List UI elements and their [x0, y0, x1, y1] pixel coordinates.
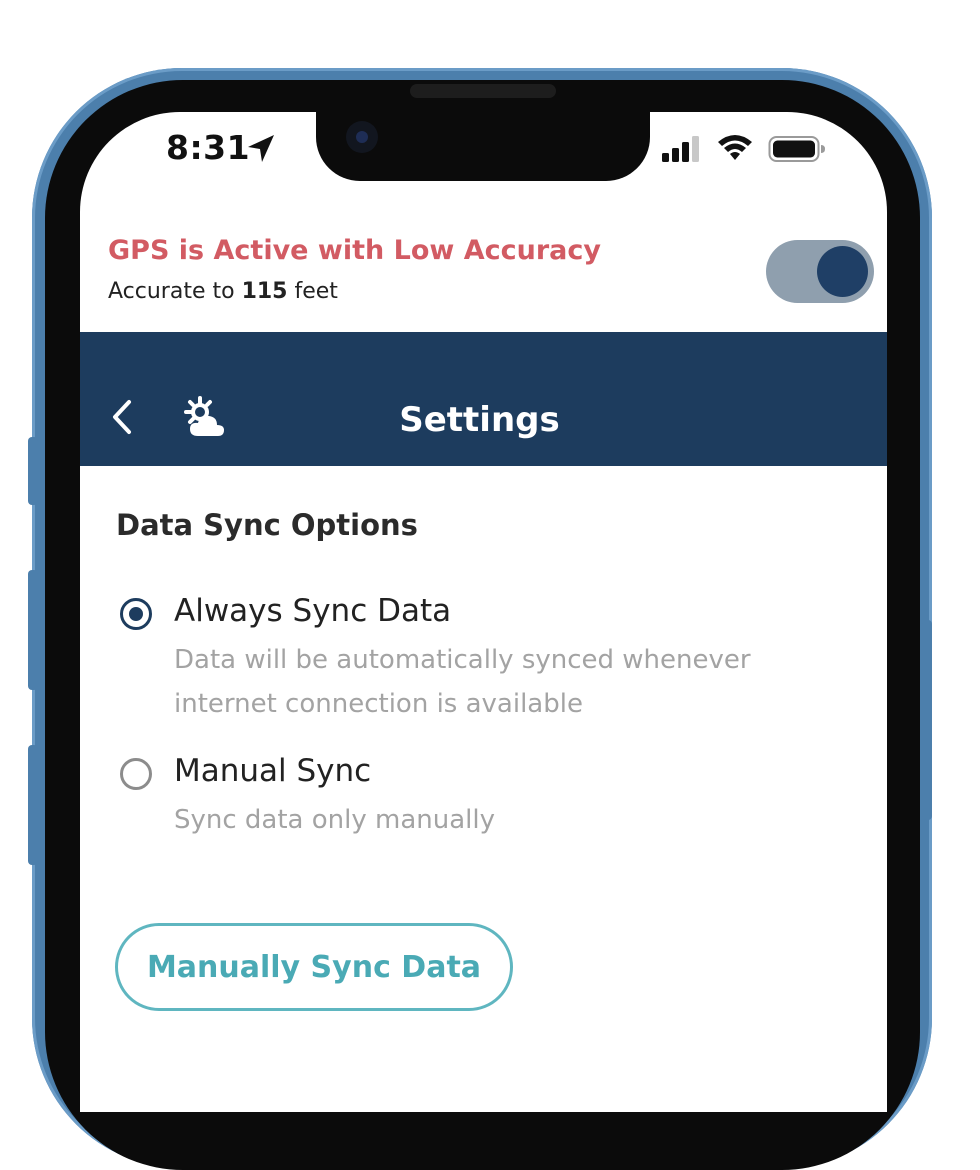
manually-sync-data-button[interactable]: Manually Sync Data — [115, 923, 513, 1011]
gps-status-title: GPS is Active with Low Accuracy — [108, 235, 601, 266]
gps-accuracy-prefix: Accurate to — [108, 279, 242, 304]
page-title: Settings — [399, 400, 560, 440]
gps-toggle-knob — [817, 246, 868, 297]
option-description: Sync data only manually — [174, 805, 496, 835]
wifi-icon — [718, 135, 752, 160]
option-label: Manual Sync — [174, 753, 372, 789]
option-label: Always Sync Data — [174, 593, 452, 629]
status-time: 8:31 — [166, 128, 251, 167]
header-bar: Settings — [80, 332, 887, 466]
earpiece-speaker — [410, 84, 556, 98]
cellular-signal-icon — [662, 136, 699, 162]
battery-icon — [768, 136, 825, 162]
radio-always-sync[interactable] — [120, 598, 152, 630]
volume-down-button — [28, 745, 38, 865]
section-title: Data Sync Options — [116, 508, 418, 542]
volume-up-button — [28, 570, 38, 690]
option-description: Data will be automatically synced whenev… — [174, 645, 751, 719]
gps-accuracy-value: 115 — [241, 279, 288, 304]
action-button — [28, 437, 38, 505]
gps-accuracy-suffix: feet — [287, 279, 338, 304]
gps-accuracy-text: Accurate to 115 feet — [108, 279, 338, 304]
front-camera — [346, 121, 378, 153]
location-arrow-icon — [248, 135, 274, 162]
power-button — [922, 620, 932, 820]
radio-manual-sync[interactable] — [120, 758, 152, 790]
gps-toggle[interactable] — [766, 240, 874, 303]
